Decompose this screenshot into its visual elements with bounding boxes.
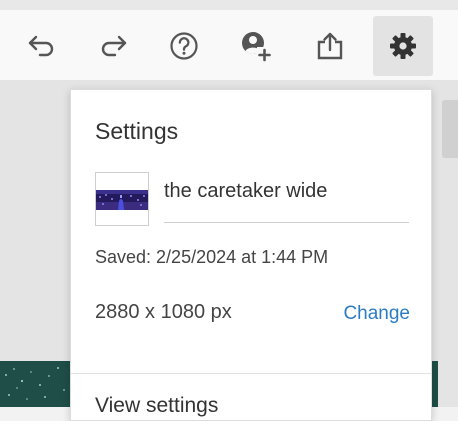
scroll-handle[interactable] (442, 100, 458, 158)
add-user-icon (242, 32, 272, 62)
toolbar (0, 10, 458, 81)
panel-title: Settings (95, 118, 179, 144)
share-icon (317, 32, 343, 60)
help-icon (170, 32, 198, 60)
project-name-underline (164, 222, 409, 223)
help-button[interactable] (154, 16, 214, 76)
gear-icon (390, 33, 416, 59)
window-top-strip (0, 0, 458, 10)
canvas-image (0, 361, 70, 407)
undo-icon (28, 35, 54, 57)
settings-button[interactable] (373, 16, 433, 76)
settings-panel: Settings the caretaker wide Saved: 2/25/… (70, 89, 432, 421)
view-settings-heading[interactable]: View settings (95, 394, 218, 418)
project-thumbnail[interactable] (95, 172, 149, 226)
saved-timestamp: Saved: 2/25/2024 at 1:44 PM (95, 247, 329, 267)
redo-button[interactable] (83, 16, 143, 76)
redo-icon (101, 35, 127, 57)
add-user-button[interactable] (226, 16, 286, 76)
section-divider (71, 373, 431, 374)
canvas-dimensions: 2880 x 1080 px (95, 301, 232, 323)
undo-button[interactable] (12, 16, 72, 76)
change-dimensions-link[interactable]: Change (343, 303, 410, 325)
thumbnail-image (96, 190, 148, 210)
share-button[interactable] (300, 16, 360, 76)
project-name-field[interactable]: the caretaker wide (164, 180, 409, 203)
